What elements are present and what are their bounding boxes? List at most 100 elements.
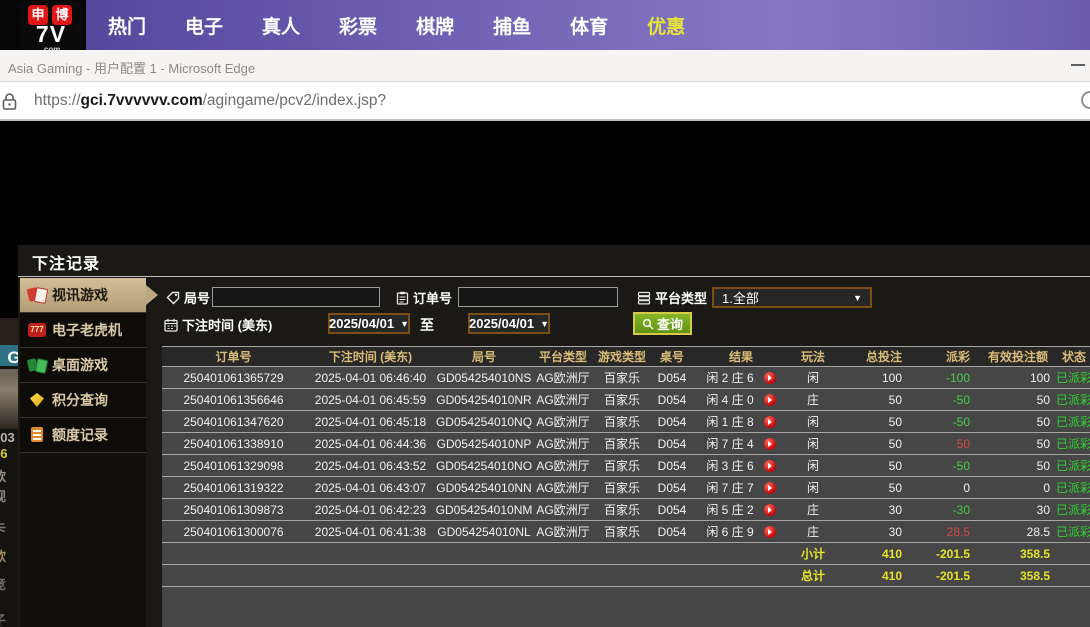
replay-icon[interactable] <box>764 416 776 428</box>
urlbar-right-icon[interactable] <box>1081 91 1090 109</box>
cell-order: 250401061365729 <box>162 367 305 388</box>
cell-status: 已派彩 <box>1058 455 1090 476</box>
cell-table-no: D054 <box>650 367 694 388</box>
url-domain: gci.7vvvvvv.com <box>81 92 203 109</box>
background-text-fragment: 竞 <box>0 574 6 593</box>
cell-payout: -50 <box>910 389 978 410</box>
subtotal-label: 小计 <box>788 543 838 564</box>
sidebar: 视讯游戏 电子老虎机 桌面游戏 积分查询 额度记录 <box>20 278 146 627</box>
cell-valid: 50 <box>978 455 1058 476</box>
sidebar-item-slot[interactable]: 电子老虎机 <box>20 313 146 348</box>
window-title: Asia Gaming - 用户配置 1 - Microsoft Edge <box>8 58 255 77</box>
cell-result: 闲 3 庄 6 <box>694 455 788 476</box>
cell-game: 百家乐 <box>594 477 650 498</box>
cell-payout: -50 <box>910 455 978 476</box>
column-header: 派彩 <box>910 347 978 366</box>
cell-game: 百家乐 <box>594 521 650 542</box>
site-logo[interactable]: 申 博 7V .com <box>20 1 82 50</box>
sidebar-item-record[interactable]: 额度记录 <box>20 418 146 453</box>
nav-item-体育[interactable]: 体育 <box>570 12 608 39</box>
cell-order: 250401061319322 <box>162 477 305 498</box>
replay-icon[interactable] <box>764 526 776 538</box>
column-header: 桌号 <box>650 347 694 366</box>
background-text-fragment: 子 <box>0 610 6 627</box>
sidebar-item-cards[interactable]: 视讯游戏 <box>20 278 146 313</box>
query-button[interactable]: 查询 <box>633 312 692 335</box>
cell-order: 250401061309873 <box>162 499 305 520</box>
url-path: /agingame/pcv2/index.jsp? <box>203 92 387 109</box>
cell-status: 已派彩 <box>1058 521 1090 542</box>
minimize-icon[interactable] <box>1071 64 1085 66</box>
cell-platform: AG欧洲厅 <box>532 521 594 542</box>
platform-icon <box>637 291 651 305</box>
cell-table-no: D054 <box>650 499 694 520</box>
replay-icon[interactable] <box>764 504 776 516</box>
cell-result: 闲 4 庄 0 <box>694 389 788 410</box>
browser-urlbar[interactable]: https://gci.7vvvvvv.com/agingame/pcv2/in… <box>0 82 1090 121</box>
order-input[interactable] <box>458 287 618 307</box>
cell-status: 已派彩 <box>1058 477 1090 498</box>
cell-time: 2025-04-01 06:45:59 <box>305 389 436 410</box>
cell-platform: AG欧洲厅 <box>532 411 594 432</box>
cell-result: 闲 5 庄 2 <box>694 499 788 520</box>
cell-platform: AG欧洲厅 <box>532 455 594 476</box>
replay-icon[interactable] <box>764 438 776 450</box>
background-text-fragment: 视 <box>0 486 6 505</box>
date-to-select[interactable]: 2025/04/01 ▼ <box>468 313 550 334</box>
background-text-fragment: 003 <box>0 430 15 445</box>
url-input[interactable]: https://gci.7vvvvvv.com/agingame/pcv2/in… <box>34 92 386 110</box>
cards-icon <box>28 287 46 303</box>
background-text-fragment: 卡 <box>0 518 6 537</box>
replay-icon[interactable] <box>764 394 776 406</box>
replay-icon[interactable] <box>764 460 776 472</box>
cell-game: 百家乐 <box>594 411 650 432</box>
nav-item-彩票[interactable]: 彩票 <box>339 12 377 39</box>
chevron-down-icon: ▼ <box>853 293 862 303</box>
order-label: 订单号 <box>396 287 452 308</box>
cell-order: 250401061347620 <box>162 411 305 432</box>
nav-item-热门[interactable]: 热门 <box>108 12 146 39</box>
sidebar-item-tablegames[interactable]: 桌面游戏 <box>20 348 146 383</box>
nav-item-捕鱼[interactable]: 捕鱼 <box>493 12 531 39</box>
cell-round: GD054254010NQ <box>436 411 532 432</box>
platform-select[interactable]: 1.全部 ▼ <box>712 287 872 308</box>
column-header: 订单号 <box>162 347 305 366</box>
table-row: 250401061338910 2025-04-01 06:44:36 GD05… <box>162 433 1090 455</box>
cell-table-no: D054 <box>650 477 694 498</box>
column-header: 有效投注额 <box>978 347 1058 366</box>
cell-game: 百家乐 <box>594 389 650 410</box>
bet-time-label: 下注时间 (美东) <box>164 314 272 335</box>
replay-icon[interactable] <box>764 372 776 384</box>
sidebar-item-points[interactable]: 积分查询 <box>20 383 146 418</box>
cell-status: 已派彩 <box>1058 389 1090 410</box>
nav-item-优惠[interactable]: 优惠 <box>647 12 685 39</box>
column-header: 局号 <box>436 347 532 366</box>
cell-valid: 50 <box>978 389 1058 410</box>
cell-round: GD054254010NR <box>436 389 532 410</box>
nav-item-电子[interactable]: 电子 <box>185 12 223 39</box>
table-header: 订单号下注时间 (美东)局号平台类型游戏类型桌号结果玩法总投注派彩有效投注额状态 <box>162 347 1090 367</box>
cell-result: 闲 1 庄 8 <box>694 411 788 432</box>
background-text-fragment: 06 <box>0 446 7 461</box>
cell-bet: 50 <box>838 455 910 476</box>
column-header: 总投注 <box>838 347 910 366</box>
column-header: 下注时间 (美东) <box>305 347 436 366</box>
cell-payout: -30 <box>910 499 978 520</box>
round-input[interactable] <box>212 287 380 307</box>
round-label: 局号 <box>166 287 210 308</box>
cell-order: 250401061329098 <box>162 455 305 476</box>
nav-item-棋牌[interactable]: 棋牌 <box>416 12 454 39</box>
table-row: 250401061329098 2025-04-01 06:43:52 GD05… <box>162 455 1090 477</box>
lock-icon[interactable] <box>2 93 17 110</box>
cell-payout: 28.5 <box>910 521 978 542</box>
cell-round: GD054254010NO <box>436 455 532 476</box>
column-header: 平台类型 <box>532 347 594 366</box>
cell-order: 250401061300076 <box>162 521 305 542</box>
nav-item-真人[interactable]: 真人 <box>262 12 300 39</box>
bet-records-table: 订单号下注时间 (美东)局号平台类型游戏类型桌号结果玩法总投注派彩有效投注额状态… <box>162 346 1090 627</box>
date-from-select[interactable]: 2025/04/01 ▼ <box>328 313 410 334</box>
replay-icon[interactable] <box>764 482 776 494</box>
cell-play: 庄 <box>788 521 838 542</box>
table-body: 250401061365729 2025-04-01 06:46:40 GD05… <box>162 367 1090 543</box>
cell-table-no: D054 <box>650 411 694 432</box>
